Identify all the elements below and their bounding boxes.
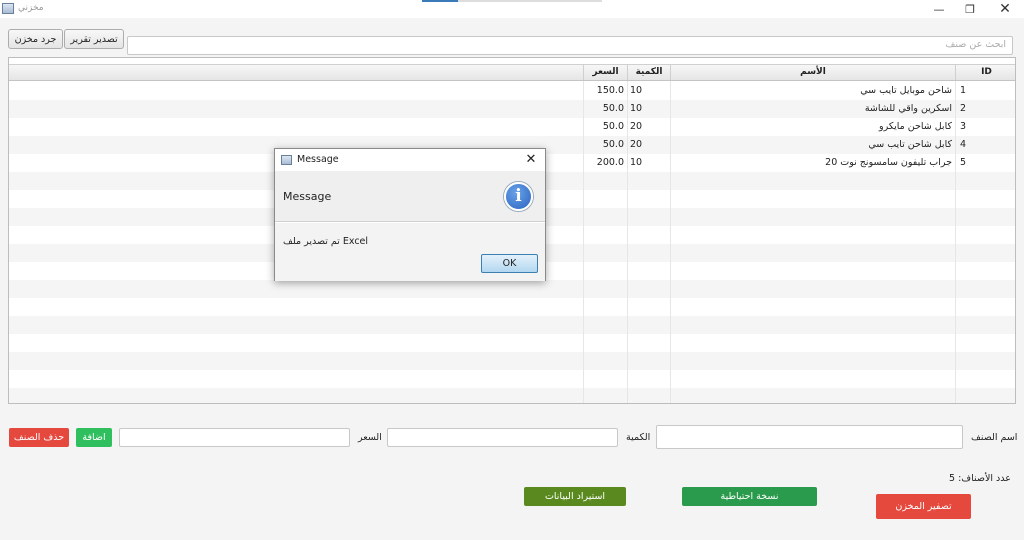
inventory-count-button[interactable]: جرد مخزن xyxy=(8,29,63,49)
price-field[interactable] xyxy=(119,428,350,447)
cell-id: 1 xyxy=(960,85,967,96)
backup-button[interactable]: نسخة احتياطية xyxy=(682,487,817,506)
delete-item-button[interactable]: حذف الصنف xyxy=(9,428,69,447)
cell-id: 2 xyxy=(960,103,967,114)
table-row[interactable] xyxy=(9,388,1015,403)
cell-quantity: 10 xyxy=(630,157,643,168)
cell-price: 150.0 xyxy=(596,85,624,96)
dialog-header: Message i xyxy=(275,171,545,222)
minimize-icon[interactable]: — xyxy=(924,0,954,18)
table-row[interactable]: 50.0 10 اسكرين واقي للشاشة 2 xyxy=(9,100,1015,118)
title-bar xyxy=(0,0,1024,18)
dialog-close-icon[interactable]: ✕ xyxy=(521,150,541,170)
table-row[interactable] xyxy=(9,316,1015,334)
cell-quantity: 10 xyxy=(630,85,643,96)
restore-icon[interactable]: ❐ xyxy=(955,0,985,18)
progress-strip xyxy=(422,0,602,2)
info-icon: i xyxy=(504,182,533,211)
cell-id: 4 xyxy=(960,139,967,150)
table-row[interactable]: 150.0 10 شاحن موبايل تايب سي 1 xyxy=(9,82,1015,100)
table-row[interactable] xyxy=(9,334,1015,352)
dialog-window-icon xyxy=(281,155,292,165)
quantity-label: الكمية xyxy=(626,432,651,443)
item-name-label: اسم الصنف xyxy=(971,432,1018,443)
dialog-content-text: تم تصدير ملف Excel xyxy=(283,236,369,247)
table-header: السعر الكمية الأسم ID xyxy=(9,64,1015,81)
window-title: مخزني xyxy=(18,3,44,13)
cell-price: 50.0 xyxy=(602,121,624,132)
dialog-title-bar: Message ✕ xyxy=(275,149,545,171)
cell-price: 50.0 xyxy=(602,103,624,114)
cell-quantity: 20 xyxy=(630,139,643,150)
table-row[interactable] xyxy=(9,298,1015,316)
dialog-body: تم تصدير ملف Excel OK xyxy=(275,223,545,281)
item-name-field[interactable] xyxy=(656,425,963,449)
table-row[interactable] xyxy=(9,280,1015,298)
cell-name: شاحن موبايل تايب سي xyxy=(860,85,952,96)
cell-name: كابل شاحن تايب سي xyxy=(868,139,952,150)
filler-header xyxy=(9,65,583,80)
restore-data-button[interactable]: استيراد البيانات xyxy=(524,487,626,506)
table-row[interactable] xyxy=(9,352,1015,370)
search-input[interactable]: ابحث عن صنف xyxy=(127,36,1013,55)
cell-price: 50.0 xyxy=(602,139,624,150)
header-price[interactable]: السعر xyxy=(583,65,627,80)
item-count: عدد الأصناف: 5 xyxy=(949,473,1011,484)
export-report-button[interactable]: تصدير تقرير xyxy=(64,29,124,49)
ok-button[interactable]: OK xyxy=(481,254,538,273)
header-quantity[interactable]: الكمية xyxy=(627,65,670,80)
price-label: السعر xyxy=(358,432,382,443)
cell-id: 3 xyxy=(960,121,967,132)
app-window-icon xyxy=(2,3,14,14)
cell-price: 200.0 xyxy=(596,157,624,168)
cell-id: 5 xyxy=(960,157,967,168)
close-icon[interactable]: ✕ xyxy=(990,0,1020,18)
quantity-field[interactable] xyxy=(387,428,618,447)
message-dialog: Message ✕ Message i تم تصدير ملف Excel O… xyxy=(274,148,546,281)
cell-name: جراب تليفون سامسونج نوت 20 xyxy=(825,157,952,168)
dialog-header-text: Message xyxy=(283,190,332,203)
header-name[interactable]: الأسم xyxy=(670,65,955,80)
dialog-title: Message xyxy=(297,154,339,165)
cell-quantity: 20 xyxy=(630,121,643,132)
table-row[interactable] xyxy=(9,370,1015,388)
reset-inventory-button[interactable]: تصفير المخزن xyxy=(876,494,971,519)
header-id[interactable]: ID xyxy=(955,65,1015,80)
table-row[interactable]: 50.0 20 كابل شاحن مايكرو 3 xyxy=(9,118,1015,136)
add-button[interactable]: اضافة xyxy=(76,428,112,447)
cell-quantity: 10 xyxy=(630,103,643,114)
cell-name: كابل شاحن مايكرو xyxy=(879,121,952,132)
cell-name: اسكرين واقي للشاشة xyxy=(864,103,952,114)
